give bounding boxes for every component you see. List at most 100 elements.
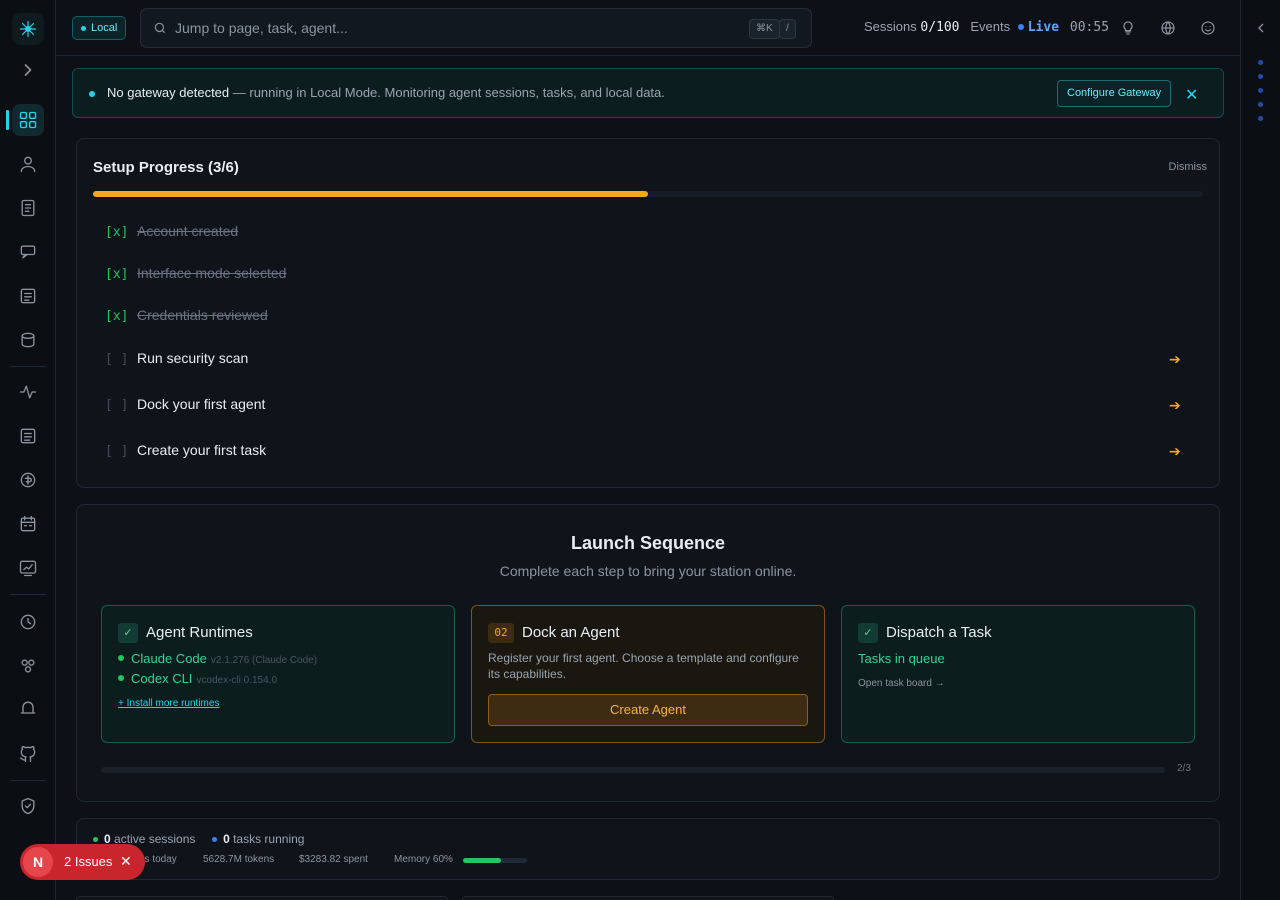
- runtime-version: v2.1.276 (Claude Code): [210, 655, 318, 666]
- task-checkbox: [ ]: [105, 444, 129, 459]
- memory-bar-fill: [463, 858, 502, 863]
- banner-text: No gateway detected — running in Local M…: [107, 85, 665, 100]
- memory-label: Memory 60%: [394, 854, 453, 865]
- runtime-item: Claude Code v2.1.276 (Claude Code): [118, 651, 317, 666]
- memory-icon[interactable]: [12, 692, 44, 724]
- task-checkbox: [x]: [105, 267, 129, 282]
- task-account-created[interactable]: [x] Account created: [105, 223, 238, 240]
- step-dispatch-task: ✓ Dispatch a Task Tasks in queue Open ta…: [841, 605, 1195, 743]
- task-label: Credentials reviewed: [137, 307, 268, 323]
- step-description: Register your first agent. Choose a temp…: [488, 651, 799, 681]
- step-dock-agent: 02 Dock an Agent Register your first age…: [471, 605, 825, 743]
- step-agent-runtimes: ✓ Agent Runtimes Claude Code v2.1.276 (Cl…: [101, 605, 455, 743]
- top-bar: Local Jump to page, task, agent... ⌘K / …: [56, 0, 1240, 56]
- task-interface-mode[interactable]: [x] Interface mode selected: [105, 265, 286, 282]
- session-timer: 00:55: [1069, 20, 1110, 35]
- sessions-dot: [93, 837, 98, 842]
- banner-message: — running in Local Mode. Monitoring agen…: [229, 85, 665, 100]
- banner-status-dot: [89, 91, 95, 97]
- step-check-icon: ✓: [858, 623, 878, 643]
- gateway-banner: No gateway detected — running in Local M…: [72, 68, 1224, 118]
- runtime-version: vcodex-cli 0.154.0: [196, 675, 278, 686]
- panel-dot[interactable]: [1258, 116, 1263, 121]
- create-agent-button[interactable]: Create Agent: [488, 694, 808, 726]
- bottom-card: [462, 896, 834, 900]
- task-checkbox: [x]: [105, 225, 129, 240]
- task-label: Interface mode selected: [137, 265, 287, 281]
- search-placeholder: Jump to page, task, agent...: [175, 20, 348, 36]
- github-icon[interactable]: [12, 738, 44, 770]
- task-security-scan[interactable]: [ ] Run security scan: [105, 350, 248, 367]
- sessions-label: Sessions: [864, 19, 917, 34]
- billing-icon[interactable]: [12, 464, 44, 496]
- task-credentials[interactable]: [x] Credentials reviewed: [105, 307, 268, 324]
- security-shield-icon[interactable]: [12, 790, 44, 822]
- panel-dot[interactable]: [1258, 102, 1263, 107]
- right-panel: [1240, 0, 1280, 900]
- panel-dot[interactable]: [1258, 60, 1263, 65]
- agents-icon[interactable]: [12, 148, 44, 180]
- events-label: Events: [970, 19, 1011, 34]
- panel-dot[interactable]: [1258, 74, 1263, 79]
- local-mode-badge[interactable]: Local: [72, 16, 127, 40]
- task-label: Account created: [137, 223, 239, 239]
- live-indicator-dot: [1017, 24, 1024, 30]
- calendar-icon[interactable]: [12, 508, 44, 540]
- integrations-icon[interactable]: [12, 650, 44, 682]
- sessions-count: 0/100: [920, 20, 960, 35]
- chat-icon[interactable]: [12, 236, 44, 268]
- analytics-icon[interactable]: [12, 552, 44, 584]
- logs-icon[interactable]: [12, 280, 44, 312]
- step-title: Agent Runtimes: [146, 624, 253, 641]
- step-title: Dispatch a Task: [886, 624, 992, 641]
- configure-gateway-button[interactable]: Configure Gateway: [1057, 80, 1172, 107]
- open-task-board-link[interactable]: Open task board →: [858, 678, 945, 689]
- stats-card: 0 active sessions 0 tasks running ns tod…: [76, 818, 1220, 880]
- tasks-running-label: tasks running: [229, 832, 305, 846]
- runtime-item: Codex CLI vcodex-cli 0.154.0: [118, 671, 277, 686]
- document-icon[interactable]: [12, 420, 44, 452]
- sequence-progress-label: 2/3: [1177, 763, 1191, 774]
- setup-progress-bar: [93, 191, 1203, 197]
- launch-title: Launch Sequence: [570, 533, 726, 553]
- step-check-icon: ✓: [118, 623, 138, 643]
- theme-bulb-icon[interactable]: [1118, 18, 1138, 38]
- bottom-card: [76, 896, 448, 900]
- close-banner-icon[interactable]: ✕: [1185, 85, 1198, 105]
- search-input[interactable]: Jump to page, task, agent... ⌘K /: [140, 8, 812, 48]
- collapse-panel-icon[interactable]: [1251, 18, 1271, 38]
- runtime-name: Claude Code: [131, 651, 207, 666]
- panel-dot[interactable]: [1258, 88, 1263, 93]
- activity-icon[interactable]: [12, 376, 44, 408]
- close-issues-icon[interactable]: ✕: [120, 853, 132, 870]
- tokens-used: 5628.7M tokens: [203, 854, 275, 865]
- dashboard-icon[interactable]: [6, 104, 44, 136]
- arrow-right-icon[interactable]: ➔: [1169, 443, 1181, 460]
- database-icon[interactable]: [12, 324, 44, 356]
- step-number-badge: 02: [488, 623, 514, 643]
- top-stats: Sessions 0/100 Events Live 00:55: [864, 19, 1109, 35]
- install-runtimes-link[interactable]: + Install more runtimes: [118, 698, 219, 709]
- tasks-dot: [212, 837, 218, 842]
- dismiss-button[interactable]: Dismiss: [1169, 161, 1208, 173]
- task-label: Create your first task: [137, 442, 267, 458]
- app-logo[interactable]: [12, 13, 44, 45]
- user-avatar-icon[interactable]: [1198, 18, 1218, 38]
- task-dock-agent[interactable]: [ ] Dock your first agent: [105, 396, 265, 413]
- network-logo-icon: [19, 20, 37, 38]
- issues-avatar: N: [23, 847, 53, 877]
- arrow-right-icon[interactable]: ➔: [1169, 351, 1181, 368]
- task-label: Dock your first agent: [137, 396, 266, 412]
- launch-sequence-card: Launch Sequence Complete each step to br…: [76, 504, 1220, 802]
- arrow-right-icon[interactable]: ➔: [1169, 397, 1181, 414]
- live-label: Live: [1027, 20, 1060, 35]
- step-title: Dock an Agent: [522, 624, 620, 641]
- memory-bar: [463, 858, 527, 863]
- clock-icon[interactable]: [12, 606, 44, 638]
- setup-title: Setup Progress (3/6): [93, 159, 239, 176]
- issues-toast[interactable]: N 2 Issues ✕: [20, 844, 145, 880]
- tasks-icon[interactable]: [12, 192, 44, 224]
- expand-sidebar-icon[interactable]: [18, 60, 38, 80]
- language-globe-icon[interactable]: [1158, 18, 1178, 38]
- task-create-task[interactable]: [ ] Create your first task: [105, 442, 266, 459]
